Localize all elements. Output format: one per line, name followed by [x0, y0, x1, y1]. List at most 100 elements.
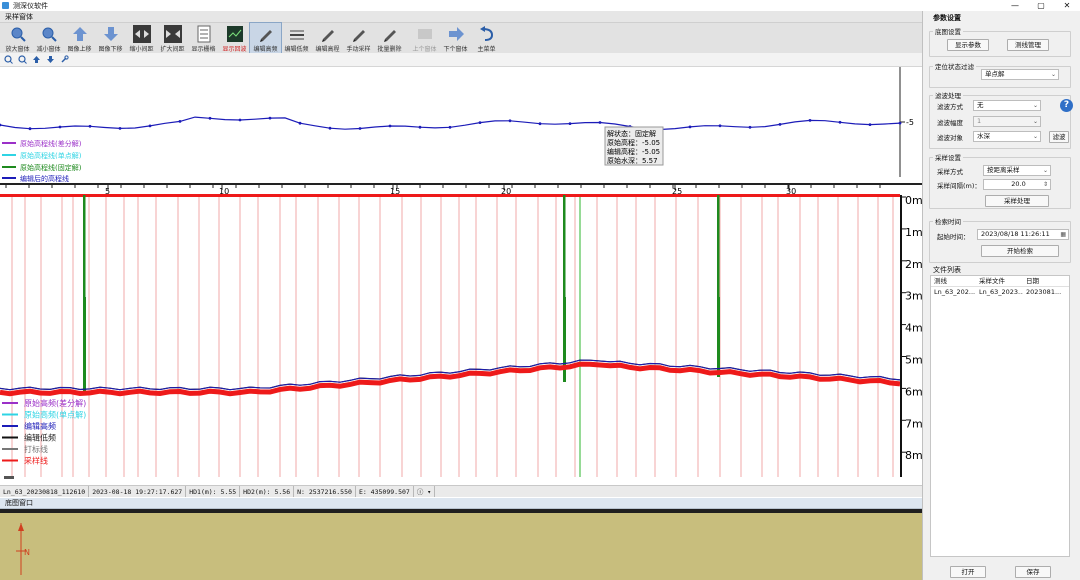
toolbar-button-7[interactable]: 显示回波	[219, 23, 250, 53]
wrench-icon[interactable]	[60, 55, 69, 64]
header-line[interactable]: 测线	[931, 276, 976, 286]
depth-label: 1m	[905, 226, 922, 239]
tooltip-line-3: 编辑高程：-5.05	[607, 147, 660, 156]
toolbar-label: 编辑低频	[284, 46, 309, 53]
filter-apply-button[interactable]: 滤波	[1049, 131, 1069, 143]
plot-separator	[0, 183, 922, 185]
chevron-down-icon: ⌄	[1032, 118, 1038, 125]
secondary-toolbar	[0, 53, 922, 67]
help-icon[interactable]: ?	[1060, 99, 1073, 112]
file-list-table[interactable]: 测线 采样文件 日期 Ln_63_202... Ln_63_2023... 20…	[930, 275, 1070, 557]
legend-label: 打标线	[24, 444, 48, 454]
toolbar-button-9[interactable]: 编辑低频	[281, 23, 312, 53]
filter-target-label: 滤波对象	[937, 134, 963, 142]
window-title: 测深仪软件	[13, 1, 48, 10]
zoom-in-icon	[9, 25, 27, 43]
open-button[interactable]: 打开	[950, 566, 986, 578]
next-icon	[447, 25, 465, 43]
toolbar-button-10[interactable]: 编辑高程	[312, 23, 343, 53]
toolbar-button-4[interactable]: 缩小间距	[126, 23, 157, 53]
status-north: N: 2537216.550	[294, 486, 356, 497]
app-icon	[2, 2, 9, 9]
toolbar-button-3[interactable]: 图像下移	[95, 23, 126, 53]
move-down-small-icon[interactable]	[46, 55, 55, 64]
elevation-point	[178, 120, 182, 123]
toolbar-button-11[interactable]: 手动采样	[343, 23, 374, 53]
splitter-handle[interactable]	[4, 476, 14, 479]
echo-plot[interactable]: -5 原始高程线(差分解) 原始高程线(单点解) 原始高程线(固定解) 编辑后的…	[0, 67, 923, 477]
elevation-point	[58, 125, 62, 129]
elevation-legend: 原始高程线(差分解) 原始高程线(单点解) 原始高程线(固定解) 编辑后的高程线	[2, 139, 82, 183]
filter-method-label: 滤波方式	[937, 103, 963, 111]
filter-size-select[interactable]: 1 ⌄	[973, 116, 1041, 127]
status-info-toggle[interactable]: ⓘ ▾	[414, 486, 436, 497]
position-state-select[interactable]: 单点解 ⌄	[981, 69, 1059, 80]
sampling-process-button[interactable]: 采样处理	[985, 195, 1049, 207]
elevation-points	[0, 116, 902, 131]
elevation-point	[688, 125, 692, 129]
window-titlebar: 测深仪软件 — ▢ ✕	[0, 0, 1080, 11]
status-east: E: 435099.507	[356, 486, 414, 497]
zoom-out-small-icon[interactable]	[18, 55, 27, 64]
tooltip-line-4: 原始水深：5.57	[607, 156, 658, 165]
main-toolbar: 放大窗体 减小窗体 图像上移 图像下移 缩小间距 扩大间距 显示栅格 显示回波 编辑高频 编辑低频…	[0, 22, 922, 54]
sampling-method-label: 采样方式	[937, 168, 963, 176]
status-bar: Ln_63_20230818_112610 2023-08-18 19:27:1…	[0, 485, 922, 497]
depth-label: 7m	[905, 417, 922, 430]
toolbar-button-2[interactable]: 图像上移	[64, 23, 95, 53]
line-manage-button[interactable]: 测线管理	[1007, 39, 1049, 51]
zoom-in-small-icon[interactable]	[4, 55, 13, 64]
filter-method-select[interactable]: 无 ⌄	[973, 100, 1041, 111]
filter-size-label: 滤波幅度	[937, 119, 963, 127]
status-hd1: HD1(m): 5.55	[186, 486, 241, 497]
save-button[interactable]: 保存	[1015, 566, 1051, 578]
table-row[interactable]: Ln_63_202... Ln_63_2023... 2023081...	[931, 287, 1069, 298]
sampling-interval-input[interactable]: 20.0 ⇕	[983, 179, 1051, 190]
elevation-point	[868, 123, 872, 126]
cell-sample-file: Ln_63_2023...	[979, 288, 1023, 296]
toolbar-button-12[interactable]: 批量删除	[374, 23, 405, 53]
elevation-point	[268, 116, 272, 120]
prev-icon	[416, 25, 434, 43]
close-button[interactable]: ✕	[1054, 0, 1080, 11]
toolbar-button-5[interactable]: 扩大间距	[157, 23, 188, 53]
header-date[interactable]: 日期	[1023, 276, 1069, 286]
stepper-icon[interactable]: ⇕	[1043, 180, 1048, 189]
legend-elev-diff: 原始高程线(差分解)	[20, 139, 82, 148]
toolbar-button-1[interactable]: 减小窗体	[33, 23, 64, 53]
depth-label: 0m	[905, 194, 922, 207]
toolbar-label: 主菜单	[477, 46, 496, 53]
status-time: 2023-08-18 19:27:17.627	[89, 486, 187, 497]
echo-icon	[226, 25, 244, 43]
sampling-method-select[interactable]: 按距离采样 ⌄	[983, 165, 1051, 176]
maximize-button[interactable]: ▢	[1028, 0, 1054, 11]
header-sample-file[interactable]: 采样文件	[976, 276, 1023, 286]
toolbar-button-15[interactable]: 主菜单	[471, 23, 502, 53]
start-retrieval-button[interactable]: 开始检索	[981, 245, 1059, 257]
toolbar-label: 下个窗体	[443, 46, 468, 53]
toolbar-button-14[interactable]: 下个窗体	[440, 23, 471, 53]
move-up-small-icon[interactable]	[32, 55, 41, 64]
depth-label: 5m	[905, 354, 922, 367]
toolbar-button-8[interactable]: 编辑高频	[249, 22, 282, 54]
basemap-canvas[interactable]: N	[0, 509, 922, 580]
legend-label: 编辑低频	[24, 433, 56, 443]
minimize-button[interactable]: —	[1002, 0, 1028, 11]
toolbar-button-0[interactable]: 放大窗体	[2, 23, 33, 53]
depth-axis-line	[900, 195, 902, 477]
start-time-picker[interactable]: 2023/08/18 11:26:11 ▦	[977, 229, 1069, 240]
legend-label: 原始高频(单点解)	[24, 410, 86, 420]
status-hd2: HD2(m): 5.56	[240, 486, 295, 497]
depth-label: 3m	[905, 290, 922, 303]
toolbar-label: 编辑高程	[315, 46, 340, 53]
toolbar-button-6[interactable]: 显示栅格	[188, 23, 219, 53]
elevation-point	[418, 125, 422, 129]
elevation-y-tick-label: -5	[906, 118, 914, 127]
toolbar-label: 显示栅格	[191, 46, 216, 53]
calendar-icon[interactable]: ▦	[1060, 230, 1066, 239]
filter-target-select[interactable]: 水深 ⌄	[973, 131, 1041, 142]
show-params-button[interactable]: 显示参数	[947, 39, 989, 51]
pencil-icon	[350, 25, 368, 43]
plot-area[interactable]: -5 原始高程线(差分解) 原始高程线(单点解) 原始高程线(固定解) 编辑后的…	[0, 67, 923, 477]
elevation-point	[508, 119, 512, 123]
